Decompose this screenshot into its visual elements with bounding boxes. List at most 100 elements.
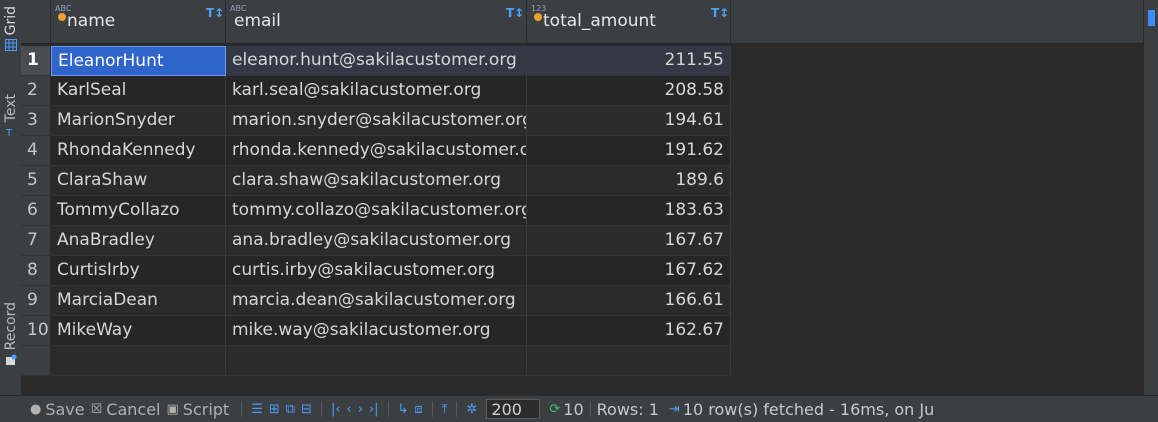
fetch-next-icon[interactable]: ↳	[398, 402, 409, 417]
tab-text-label: Text	[2, 94, 19, 123]
cell-name[interactable]: AnaBradley	[51, 226, 226, 256]
delete-row-icon[interactable]: ⊟	[301, 402, 312, 417]
last-page-icon[interactable]: ›|	[369, 402, 379, 417]
key-dot-icon	[534, 13, 542, 21]
save-label: Save	[45, 399, 85, 419]
row-number[interactable]: 10	[21, 316, 51, 346]
tab-record-label: Record	[2, 302, 19, 351]
table-row[interactable]: 3 MarionSnyder marion.snyder@sakilacusto…	[21, 106, 1144, 136]
column-title: name	[67, 11, 116, 31]
panels-strip	[1144, 0, 1158, 395]
edit-row-icon[interactable]: ☰	[251, 402, 263, 417]
copy-row-icon[interactable]: ⧉	[286, 402, 295, 417]
cell-email[interactable]: clara.shaw@sakilacustomer.org	[226, 166, 527, 196]
table-row[interactable]: 5 ClaraShaw clara.shaw@sakilacustomer.or…	[21, 166, 1144, 196]
row-number[interactable]: 9	[21, 286, 51, 316]
row-number[interactable]: 7	[21, 226, 51, 256]
cell-total-amount[interactable]: 208.58	[527, 76, 731, 106]
fetch-size-input[interactable]: 200	[486, 399, 541, 419]
cell-total-amount[interactable]: 162.67	[527, 316, 731, 346]
cell-email[interactable]: marion.snyder@sakilacustomer.org	[226, 106, 527, 136]
cell-total-amount[interactable]: 191.62	[527, 136, 731, 166]
cell-name[interactable]: RhondaKennedy	[51, 136, 226, 166]
table-row[interactable]: 9 MarciaDean marcia.dean@sakilacustomer.…	[21, 286, 1144, 316]
row-number[interactable]: 2	[21, 76, 51, 106]
script-button[interactable]: ▣ Script	[166, 400, 229, 419]
panel-toggle-icon[interactable]	[1148, 10, 1155, 26]
row-number[interactable]: 4	[21, 136, 51, 166]
tab-record[interactable]: Record	[0, 302, 21, 366]
cell-name[interactable]: TommyCollazo	[51, 196, 226, 226]
export-icon[interactable]: ⤒	[442, 402, 448, 417]
row-number[interactable]: 8	[21, 256, 51, 286]
refresh-icon[interactable]: ⟳	[549, 402, 560, 417]
column-header-email[interactable]: ABC email T↕	[226, 0, 527, 44]
table-row[interactable]: 8 CurtisIrby curtis.irby@sakilacustomer.…	[21, 256, 1144, 286]
add-row-icon[interactable]: ⊞	[269, 402, 280, 417]
cell-email[interactable]: tommy.collazo@sakilacustomer.org	[226, 196, 527, 226]
row-number[interactable]: 6	[21, 196, 51, 226]
next-page-icon[interactable]: ›	[358, 402, 363, 417]
tab-grid[interactable]: Grid	[0, 6, 21, 52]
save-icon: ●	[30, 401, 42, 417]
tab-text[interactable]: Text T	[0, 94, 21, 138]
cell-name[interactable]: ClaraShaw	[51, 166, 226, 196]
divider	[456, 401, 458, 417]
cell-email[interactable]: karl.seal@sakilacustomer.org	[226, 76, 527, 106]
table-row[interactable]: 4 RhondaKennedy rhonda.kennedy@sakilacus…	[21, 136, 1144, 166]
cell-name[interactable]: EleanorHunt	[51, 46, 226, 76]
column-header-total-amount[interactable]: 123 total_amount T↕	[527, 0, 731, 44]
cell-total-amount[interactable]: 211.55	[527, 46, 731, 76]
cell-email[interactable]: mike.way@sakilacustomer.org	[226, 316, 527, 346]
cell-name[interactable]: MarionSnyder	[51, 106, 226, 136]
tab-grid-label: Grid	[2, 6, 19, 36]
cancel-icon: ☒	[90, 401, 103, 417]
cell-total-amount[interactable]: 194.61	[527, 106, 731, 136]
cell-total-amount[interactable]: 167.67	[527, 226, 731, 256]
row-number[interactable]: 3	[21, 106, 51, 136]
cell-total-amount[interactable]: 166.61	[527, 286, 731, 316]
column-header-name[interactable]: ABC name T↕	[51, 0, 226, 44]
prev-page-icon[interactable]: ‹	[347, 402, 352, 417]
settings-icon[interactable]: ✲	[466, 402, 477, 417]
fetch-status: 10 row(s) fetched - 16ms, on Ju	[682, 399, 935, 419]
cell-empty	[527, 346, 731, 376]
view-mode-strip: Grid Text T Record	[0, 0, 22, 395]
key-dot-icon	[58, 13, 66, 21]
cell-email[interactable]: eleanor.hunt@sakilacustomer.org	[226, 46, 527, 76]
cell-empty	[226, 346, 527, 376]
script-label: Script	[182, 399, 230, 419]
cell-total-amount[interactable]: 183.63	[527, 196, 731, 226]
grid-icon	[4, 39, 17, 52]
save-button[interactable]: ● Save	[30, 400, 85, 419]
cell-name[interactable]: MarciaDean	[51, 286, 226, 316]
cell-email[interactable]: curtis.irby@sakilacustomer.org	[226, 256, 527, 286]
svg-text:T: T	[5, 128, 13, 138]
table-row[interactable]: 2 KarlSeal karl.seal@sakilacustomer.org …	[21, 76, 1144, 106]
cell-email[interactable]: rhonda.kennedy@sakilacustomer.org	[226, 136, 527, 166]
cell-total-amount[interactable]: 189.6	[527, 166, 731, 196]
table-row[interactable]: 1 EleanorHunt eleanor.hunt@sakilacustome…	[21, 46, 1144, 76]
sort-filter-icon[interactable]: T↕	[206, 6, 224, 20]
row-number[interactable]: 1	[21, 46, 51, 76]
fetch-all-icon[interactable]: ⧈	[414, 402, 422, 417]
sort-filter-icon[interactable]: T↕	[711, 6, 729, 20]
cell-total-amount[interactable]: 167.62	[527, 256, 731, 286]
results-toolbar: ● Save ☒ Cancel ▣ Script ☰ ⊞ ⧉ ⊟ |‹ ‹ › …	[0, 395, 1158, 422]
cell-email[interactable]: marcia.dean@sakilacustomer.org	[226, 286, 527, 316]
sort-filter-icon[interactable]: T↕	[506, 6, 524, 20]
rows-selected: Rows: 1	[596, 399, 659, 419]
cell-name[interactable]: KarlSeal	[51, 76, 226, 106]
table-row[interactable]: 7 AnaBradley ana.bradley@sakilacustomer.…	[21, 226, 1144, 256]
row-number[interactable]: 5	[21, 166, 51, 196]
table-row[interactable]: 10 MikeWay mike.way@sakilacustomer.org 1…	[21, 316, 1144, 346]
cell-email[interactable]: ana.bradley@sakilacustomer.org	[226, 226, 527, 256]
cell-name[interactable]: CurtisIrby	[51, 256, 226, 286]
empty-row	[21, 346, 1144, 376]
cancel-button[interactable]: ☒ Cancel	[91, 400, 161, 419]
first-page-icon[interactable]: |‹	[331, 402, 341, 417]
results-grid: ABC name T↕ ABC email T↕ 123 total_amoun…	[21, 0, 1144, 395]
table-row[interactable]: 6 TommyCollazo tommy.collazo@sakilacusto…	[21, 196, 1144, 226]
divider	[241, 401, 243, 417]
cell-name[interactable]: MikeWay	[51, 316, 226, 346]
